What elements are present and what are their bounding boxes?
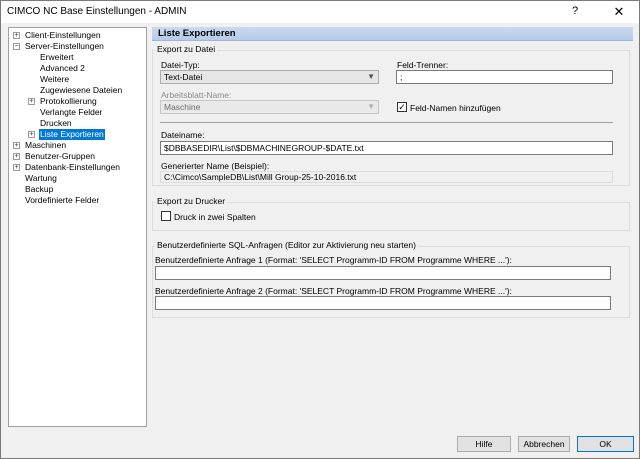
expand-icon[interactable]: + — [28, 131, 35, 138]
tree-label[interactable]: Maschinen — [24, 140, 67, 151]
anfrage2-label: Benutzerdefinierte Anfrage 2 (Format: 'S… — [155, 286, 512, 296]
export-datei-title: Export zu Datei — [155, 44, 218, 54]
expand-icon[interactable]: + — [13, 164, 20, 171]
collapse-icon[interactable]: − — [13, 43, 20, 50]
abbrechen-button[interactable]: Abbrechen — [518, 436, 570, 452]
expand-icon[interactable]: + — [28, 98, 35, 105]
dateiname-label: Dateiname: — [161, 130, 205, 140]
arbeitsblatt-label: Arbeitsblatt-Name: — [161, 90, 232, 100]
generiert-label: Generierter Name (Beispiel): — [161, 161, 270, 171]
anfrage1-label: Benutzerdefinierte Anfrage 1 (Format: 'S… — [155, 255, 512, 265]
dateiname-input[interactable]: $DBBASEDIR\List\$DBMACHINEGROUP-$DATE.tx… — [160, 141, 613, 155]
help-title-button[interactable]: ? — [563, 1, 587, 23]
hilfe-button[interactable]: Hilfe — [457, 436, 511, 452]
window-title: CIMCO NC Base Einstellungen - ADMIN — [7, 6, 187, 17]
feld-trenner-input[interactable]: ; — [396, 70, 613, 84]
anfrage2-input[interactable] — [155, 296, 611, 310]
tree-label[interactable]: Client-Einstellungen — [24, 30, 102, 41]
expand-icon[interactable]: + — [13, 142, 20, 149]
ok-button[interactable]: OK — [577, 436, 634, 452]
title-bar: CIMCO NC Base Einstellungen - ADMIN ? ✕ — [1, 1, 639, 23]
settings-window: CIMCO NC Base Einstellungen - ADMIN ? ✕ … — [0, 0, 640, 459]
anfrage1-input[interactable] — [155, 266, 611, 280]
tree-label-selected[interactable]: Liste Exportieren — [39, 129, 105, 140]
panel-title: Liste Exportieren — [158, 28, 236, 39]
tree-label[interactable]: Wartung — [24, 173, 58, 184]
zwei-spalten-checkbox[interactable] — [161, 211, 171, 221]
separator — [160, 122, 613, 123]
expand-icon[interactable]: + — [13, 153, 20, 160]
tree-label[interactable]: Backup — [24, 184, 54, 195]
datei-typ-label: Datei-Typ: — [161, 60, 200, 70]
feld-trenner-label: Feld-Trenner: — [397, 60, 449, 70]
generiert-value: C:\Cimco\SampleDB\List\Mill Group-25-10-… — [160, 171, 613, 183]
chevron-down-icon: ▼ — [367, 102, 375, 111]
settings-tree[interactable]: + Client-Einstellungen − Server-Einstell… — [8, 27, 147, 427]
tree-label[interactable]: Verlangte Felder — [39, 107, 103, 118]
tree-label[interactable]: Drucken — [39, 118, 73, 129]
datei-typ-value: Text-Datei — [164, 72, 203, 82]
datei-typ-select[interactable]: Text-Datei ▼ — [160, 70, 379, 84]
tree-label[interactable]: Protokollierung — [39, 96, 98, 107]
feld-namen-checkbox[interactable]: ✓ — [397, 102, 407, 112]
expand-icon[interactable]: + — [13, 32, 20, 39]
tree-label[interactable]: Benutzer-Gruppen — [24, 151, 96, 162]
tree-label[interactable]: Weitere — [39, 74, 70, 85]
tree-label[interactable]: Advanced 2 — [39, 63, 86, 74]
zwei-spalten-label[interactable]: Druck in zwei Spalten — [174, 212, 256, 222]
close-button[interactable]: ✕ — [599, 1, 639, 23]
tree-label[interactable]: Server-Einstellungen — [24, 41, 105, 52]
export-drucker-title: Export zu Drucker — [155, 196, 228, 206]
settings-panel: Liste Exportieren Export zu Datei Datei-… — [152, 27, 633, 427]
panel-header: Liste Exportieren — [152, 27, 633, 41]
arbeitsblatt-select[interactable]: Maschine ▼ — [160, 100, 379, 114]
tree-label[interactable]: Vordefinierte Felder — [24, 195, 100, 206]
feld-namen-label[interactable]: Feld-Namen hinzufügen — [410, 103, 501, 113]
sql-group-title: Benutzerdefinierte SQL-Anfragen (Editor … — [155, 240, 418, 250]
tree-label[interactable]: Zugewiesene Dateien — [39, 85, 123, 96]
chevron-down-icon: ▼ — [367, 72, 375, 81]
tree-label[interactable]: Erweitert — [39, 52, 75, 63]
tree-label[interactable]: Datenbank-Einstellungen — [24, 162, 121, 173]
arbeitsblatt-value: Maschine — [164, 102, 201, 112]
